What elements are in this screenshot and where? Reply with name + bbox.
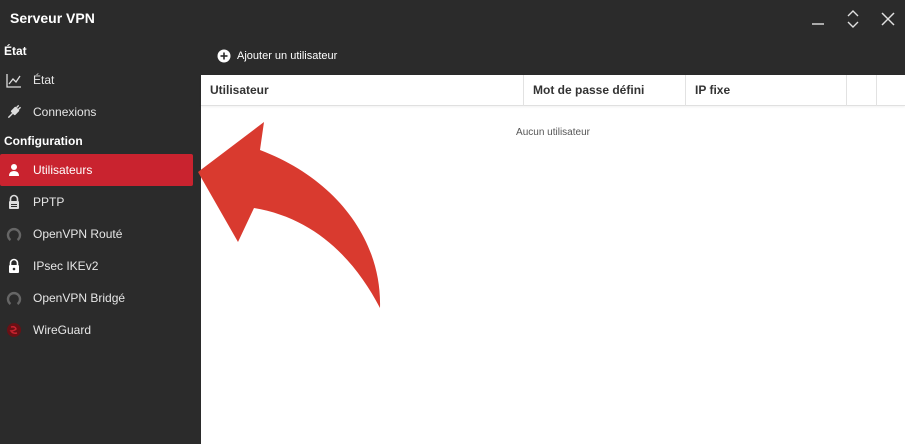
close-button[interactable] bbox=[875, 7, 901, 31]
window-title: Serveur VPN bbox=[10, 10, 95, 26]
column-header-extra bbox=[847, 75, 877, 106]
column-header-fixed-ip[interactable]: IP fixe bbox=[686, 75, 847, 106]
empty-table-message: Aucun utilisateur bbox=[516, 127, 590, 138]
sidebar-item-label: État bbox=[33, 73, 55, 87]
sidebar-item-wireguard[interactable]: WireGuard bbox=[0, 314, 201, 346]
column-header-user[interactable]: Utilisateur bbox=[201, 75, 524, 106]
sidebar-item-label: IPsec IKEv2 bbox=[33, 259, 99, 273]
openvpn-icon bbox=[6, 226, 22, 242]
lock-icon bbox=[6, 194, 22, 210]
chart-line-icon bbox=[6, 72, 22, 88]
sidebar-item-users[interactable]: Utilisateurs bbox=[0, 154, 193, 186]
plus-circle-icon bbox=[217, 49, 231, 63]
sidebar-item-label: Connexions bbox=[33, 105, 97, 119]
openvpn-icon bbox=[6, 290, 22, 306]
maximize-button[interactable] bbox=[840, 7, 866, 31]
add-user-label: Ajouter un utilisateur bbox=[237, 50, 338, 62]
sidebar-section-status: État bbox=[4, 44, 27, 58]
sidebar: État État Connexions Configuration Utili… bbox=[0, 38, 201, 444]
sidebar-item-connections[interactable]: Connexions bbox=[0, 96, 201, 128]
sidebar-item-label: OpenVPN Routé bbox=[33, 227, 123, 241]
column-header-extra bbox=[877, 75, 905, 106]
toolbar: Ajouter un utilisateur bbox=[201, 38, 905, 75]
chevron-up-down-icon bbox=[847, 10, 859, 28]
sidebar-item-ipsec-ikev2[interactable]: IPsec IKEv2 bbox=[0, 250, 201, 282]
add-user-button[interactable]: Ajouter un utilisateur bbox=[217, 49, 337, 63]
sidebar-item-status[interactable]: État bbox=[0, 64, 201, 96]
title-bar: Serveur VPN bbox=[0, 0, 905, 38]
minimize-button[interactable] bbox=[805, 7, 831, 31]
main-panel: Ajouter un utilisateur Utilisateur Mot d… bbox=[201, 38, 905, 444]
column-header-password-set[interactable]: Mot de passe défini bbox=[524, 75, 686, 106]
close-icon bbox=[881, 12, 895, 26]
plug-icon bbox=[6, 104, 22, 120]
lock-icon bbox=[6, 258, 22, 274]
sidebar-item-label: OpenVPN Bridgé bbox=[33, 291, 126, 305]
sidebar-section-configuration: Configuration bbox=[4, 134, 83, 148]
sidebar-item-pptp[interactable]: PPTP bbox=[0, 186, 201, 218]
sidebar-item-label: PPTP bbox=[33, 195, 65, 209]
sidebar-item-openvpn-routed[interactable]: OpenVPN Routé bbox=[0, 218, 201, 250]
sidebar-item-label: WireGuard bbox=[33, 323, 92, 337]
user-icon bbox=[6, 162, 22, 178]
sidebar-item-openvpn-bridged[interactable]: OpenVPN Bridgé bbox=[0, 282, 201, 314]
users-table-header: Utilisateur Mot de passe défini IP fixe bbox=[201, 75, 905, 106]
wireguard-icon bbox=[6, 322, 22, 338]
minimize-icon bbox=[812, 23, 824, 25]
sidebar-item-label: Utilisateurs bbox=[33, 163, 93, 177]
